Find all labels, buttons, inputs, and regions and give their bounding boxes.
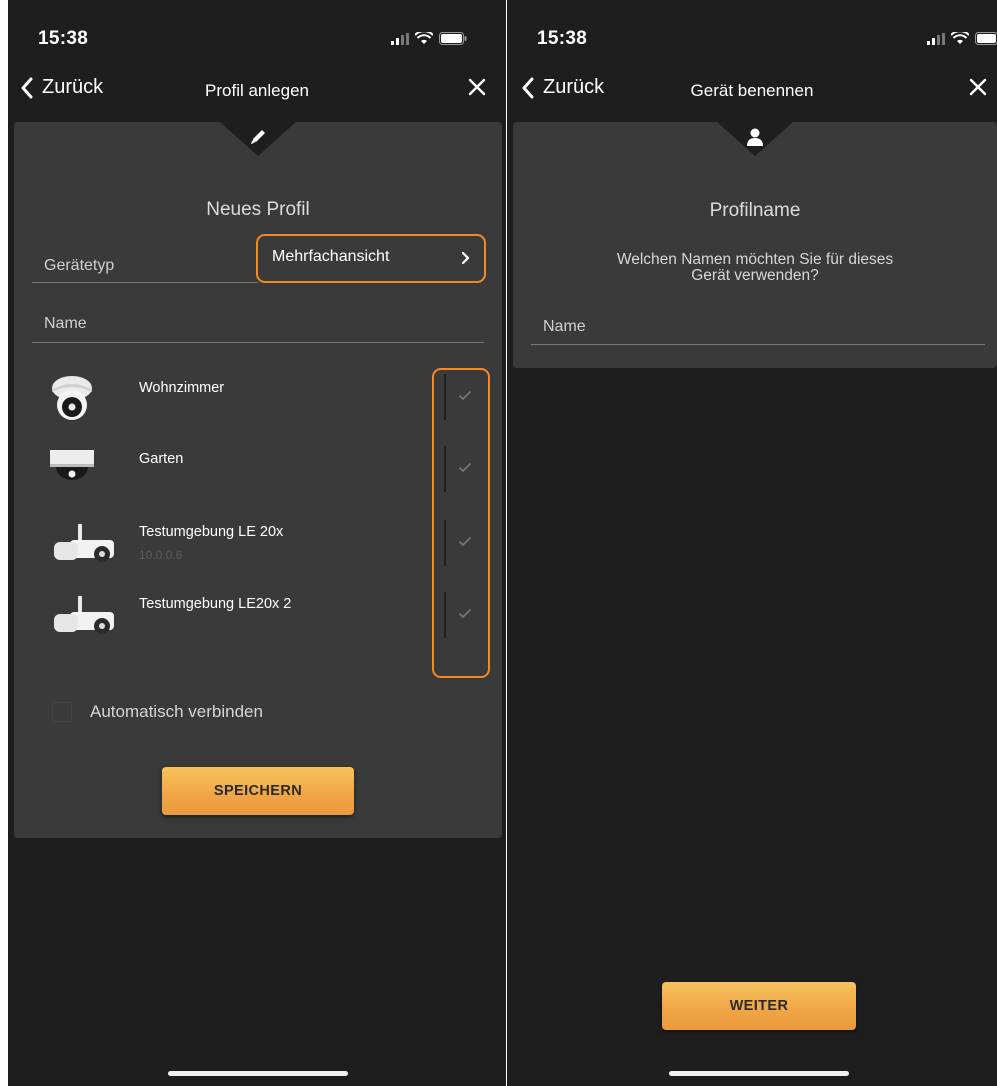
profile-create-screen: 15:38 Zurück Profil anlegen Neues Profil…: [8, 0, 506, 1086]
name-placeholder: Name: [543, 318, 586, 335]
name-device-screen: 15:38 Zurück Gerät benennen Profilname W…: [507, 0, 997, 1086]
wifi-icon: [415, 32, 433, 44]
navigation-bar: Zurück Gerät benennen: [507, 70, 997, 114]
device-type-underline: [32, 282, 258, 283]
ceiling-camera-icon: [50, 444, 94, 499]
status-bar: 15:38: [8, 0, 506, 70]
close-icon: [969, 78, 987, 96]
device-row[interactable]: Garten: [14, 434, 502, 504]
close-icon: [468, 78, 486, 96]
name-field[interactable]: Name: [531, 312, 985, 344]
status-icons: [927, 32, 997, 45]
user-icon: [744, 126, 766, 153]
name-underline: [32, 342, 484, 343]
status-time: 15:38: [38, 28, 89, 49]
name-underline: [531, 344, 985, 345]
next-button[interactable]: WEITER: [662, 982, 856, 1030]
device-type-label: Gerätetyp: [44, 257, 115, 274]
name-field[interactable]: Name: [32, 308, 484, 344]
device-name: Garten: [139, 451, 184, 467]
device-row[interactable]: Testumgebung LE 20x 10.0.0.6: [14, 506, 502, 576]
auto-connect-label: Automatisch verbinden: [90, 702, 263, 721]
bullet-camera-icon: [50, 590, 116, 645]
status-bar: 15:38: [507, 0, 997, 70]
signal-icon: [927, 32, 945, 45]
profile-name-card: Profilname Welchen Namen möchten Sie für…: [513, 122, 997, 368]
close-button[interactable]: [967, 76, 989, 103]
save-button[interactable]: SPEICHERN: [162, 767, 354, 815]
dome-camera-icon: [50, 372, 94, 427]
pencil-icon: [247, 126, 269, 153]
device-name: Testumgebung LE20x 2: [139, 596, 292, 612]
card-title: Profilname: [709, 200, 801, 221]
device-type-highlight: [256, 234, 486, 283]
page-title: Gerät benennen: [690, 81, 814, 100]
status-time: 15:38: [537, 28, 588, 49]
device-name: Wohnzimmer: [139, 380, 225, 396]
wifi-icon: [951, 32, 969, 44]
home-indicator: [168, 1071, 348, 1076]
checkbox-highlight: [432, 368, 490, 678]
device-name: Testumgebung LE 20x: [139, 524, 284, 540]
profile-card: Neues Profil Gerätetyp Mehrfachansicht N…: [14, 122, 502, 838]
device-row[interactable]: Wohnzimmer: [14, 362, 502, 432]
card-question: Welchen Namen möchten Sie für dieses Ger…: [616, 251, 894, 284]
battery-icon: [439, 32, 467, 45]
status-icons: [391, 32, 467, 45]
home-indicator: [669, 1071, 849, 1076]
page-title: Profil anlegen: [205, 81, 309, 100]
signal-icon: [391, 32, 409, 45]
bullet-camera-icon: [50, 518, 116, 573]
device-row[interactable]: Testumgebung LE20x 2: [14, 578, 502, 648]
navigation-bar: Zurück Profil anlegen: [8, 70, 506, 114]
device-ip: 10.0.0.6: [139, 548, 183, 562]
name-placeholder: Name: [44, 315, 87, 332]
card-title: Neues Profil: [206, 199, 310, 220]
battery-icon: [975, 32, 997, 45]
close-button[interactable]: [466, 76, 488, 103]
auto-connect-checkbox[interactable]: [52, 702, 72, 722]
